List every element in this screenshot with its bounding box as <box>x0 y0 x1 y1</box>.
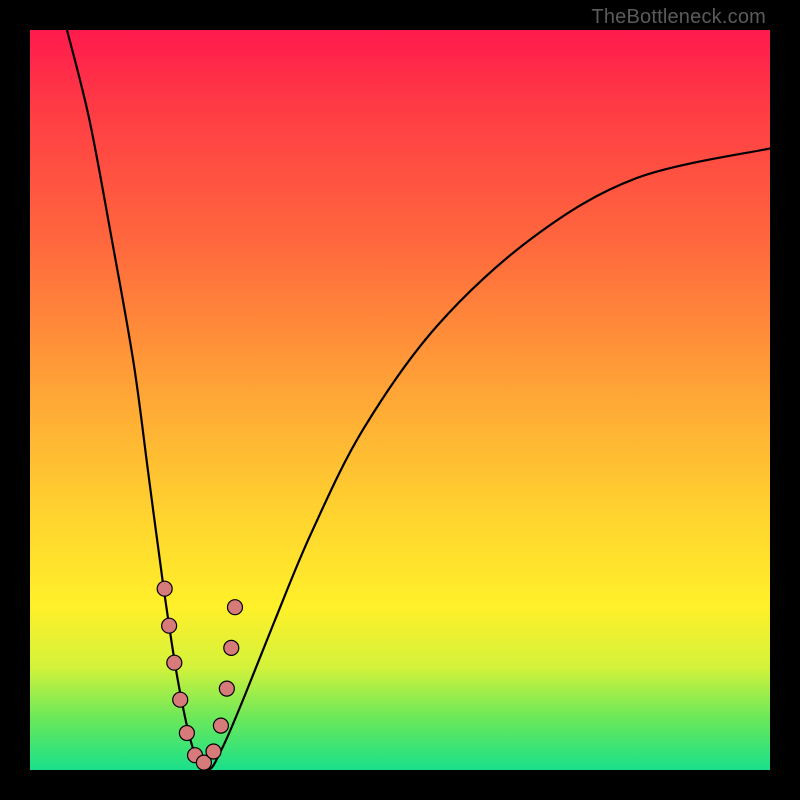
bead-marker <box>157 581 172 596</box>
bead-marker <box>227 600 242 615</box>
chart-frame: TheBottleneck.com <box>0 0 800 800</box>
bead-marker <box>213 718 228 733</box>
watermark-text: TheBottleneck.com <box>591 6 766 29</box>
plot-area <box>30 30 770 770</box>
curve-svg <box>30 30 770 770</box>
bead-marker <box>206 744 221 759</box>
bead-marker <box>167 655 182 670</box>
bead-marker <box>179 726 194 741</box>
bead-marker <box>224 640 239 655</box>
bead-marker <box>173 692 188 707</box>
bead-markers <box>157 581 242 770</box>
bead-marker <box>162 618 177 633</box>
bead-marker <box>219 681 234 696</box>
